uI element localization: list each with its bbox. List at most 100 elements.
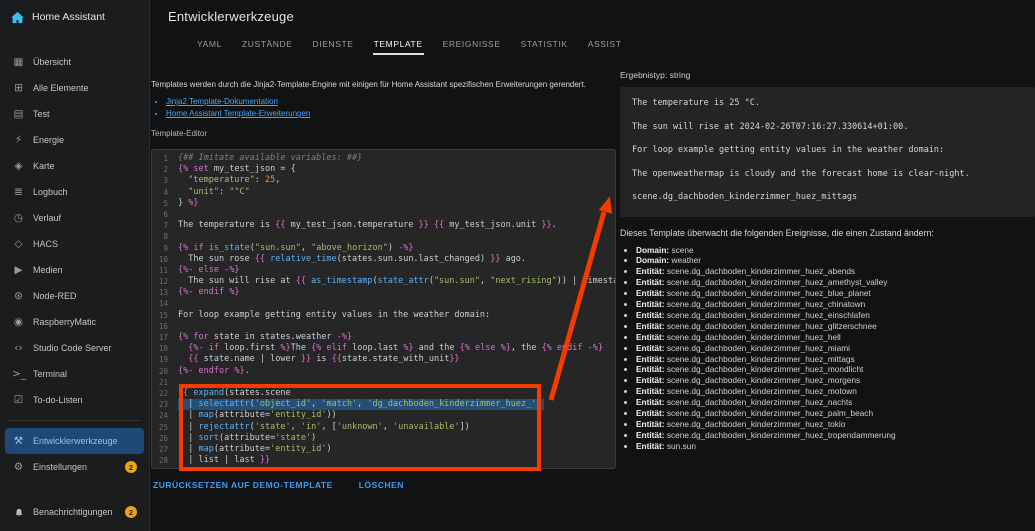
tab-zustande[interactable]: ZUSTÄNDE [241, 33, 294, 53]
tab-statistik[interactable]: STATISTIK [520, 33, 569, 53]
watched-item: Entität: scene.dg_dachboden_kinderzimmer… [636, 375, 1035, 386]
watched-item-value: scene.dg_dachboden_kinderzimmer_huez_ame… [664, 277, 888, 288]
node-red-icon: ⊛ [14, 290, 23, 302]
line-number: 26 [158, 433, 168, 443]
page-title: Entwicklerwerkzeuge [168, 9, 294, 24]
sidebar-item-studio-code-server[interactable]: ‹› Studio Code Server [5, 335, 144, 361]
watched-item: Entität: scene.dg_dachboden_kinderzimmer… [636, 386, 1035, 397]
watched-item-value: scene.dg_dachboden_kinderzimmer_huez_mon… [664, 364, 864, 375]
sidebar-item-to-do-listen[interactable]: ☑ To-do-Listen [5, 387, 144, 413]
tab-assist[interactable]: ASSIST [587, 33, 623, 53]
sidebar-item-test[interactable]: ▤ Test [5, 101, 144, 127]
watched-item-label: Entität: [636, 375, 665, 386]
result-type-label: Ergebnistyp: string [620, 70, 691, 80]
editor-code[interactable]: {## Imitate available variables: ##} {% s… [172, 153, 615, 468]
sidebar-item-label: Medien [33, 265, 63, 275]
sidebar-item-label: Energie [33, 135, 65, 145]
code-line: {% for state in states.weather -%} [178, 332, 353, 342]
line-number: 24 [158, 411, 168, 421]
sidebar-item-label: Benachrichtigungen [33, 507, 113, 517]
line-number: 15 [158, 310, 168, 320]
sidebar-item-entwicklerwerkzeuge[interactable]: ⚒ Entwicklerwerkzeuge [5, 428, 144, 454]
watched-item-label: Entität: [636, 386, 665, 397]
sidebar-item-einstellungen[interactable]: ⚙ Einstellungen 2 [5, 454, 144, 480]
line-number: 23 [158, 400, 168, 410]
watched-item-value: scene.dg_dachboden_kinderzimmer_huez_nac… [664, 397, 853, 408]
terminal-icon: >_ [12, 368, 27, 380]
watched-item-label: Entität: [636, 288, 665, 299]
watched-item-value: sun.sun [664, 440, 696, 451]
watched-item: Entität: scene.dg_dachboden_kinderzimmer… [636, 408, 1035, 419]
media-play-icon: ▶ [14, 264, 23, 276]
watched-item-label: Entität: [636, 277, 665, 288]
code-line: {% if is_state("sun.sun", "above_horizon… [178, 242, 414, 253]
sidebar-item-raspberrymatic[interactable]: ◉ RaspberryMatic [5, 309, 144, 335]
watched-item-label: Entität: [636, 299, 665, 310]
watched-item-label: Domain: [636, 244, 670, 255]
line-number: 3 [163, 176, 168, 186]
watched-item: Entität: scene.dg_dachboden_kinderzimmer… [636, 277, 1035, 288]
bell-icon [12, 507, 25, 517]
doc-link-item: Home Assistant Template-Erweiterungen [166, 108, 616, 120]
clear-button[interactable]: LÖSCHEN [359, 480, 404, 490]
watched-item-label: Entität: [636, 353, 665, 364]
line-number: 2 [163, 165, 168, 175]
sidebar-item-logbuch[interactable]: ≣ Logbuch [5, 179, 144, 205]
watched-item: Entität: scene.dg_dachboden_kinderzimmer… [636, 364, 1035, 375]
link-home-assistant-template-erweiterungen[interactable]: Home Assistant Template-Erweiterungen [166, 109, 310, 118]
watched-item-label: Entität: [636, 364, 665, 375]
sidebar-item-hacs[interactable]: ◇ HACS [5, 231, 144, 257]
tab-dienste[interactable]: DIENSTE [312, 33, 355, 53]
tab-ereignisse[interactable]: EREIGNISSE [442, 33, 502, 53]
view-dashboard-icon: ▦ [13, 56, 24, 68]
sidebar-item-ubersicht[interactable]: ▦ Übersicht [5, 49, 144, 75]
line-number: 6 [163, 209, 168, 219]
code-line: | list | last }} [178, 455, 271, 466]
watched-item-label: Entität: [636, 397, 665, 408]
watched-item-value: scene.dg_dachboden_kinderzimmer_huez_chi… [664, 299, 866, 310]
sidebar-item-energie[interactable]: ⚡ Energie [5, 127, 144, 153]
sidebar-item-terminal[interactable]: >_ Terminal [5, 361, 144, 387]
watched-item-value: scene.dg_dachboden_kinderzimmer_huez_mia… [664, 342, 850, 353]
result-line: For loop example getting entity values i… [632, 145, 945, 155]
gear-icon: ⚙ [13, 461, 24, 473]
line-number: 10 [158, 254, 168, 264]
result-line: The temperature is 25 °C. [632, 98, 760, 108]
sidebar-item-benachrichtigungen[interactable]: Benachrichtigungen 2 [5, 499, 144, 525]
code-line: {% set my_test_json = { [178, 164, 296, 175]
watched-item-value: scene.dg_dachboden_kinderzimmer_huez_ein… [664, 309, 870, 320]
sidebar-item-label: Einstellungen [33, 462, 88, 472]
template-editor[interactable]: 1 2 3 4 5 6 7 8 9 10 11 12 13 14 15 16 17 18 19 20 21 22 23 24 2… [151, 149, 616, 469]
sidebar-item-medien[interactable]: ▶ Medien [5, 257, 144, 283]
watched-item-value: scene.dg_dachboden_kinderzimmer_huez_gli… [664, 320, 877, 331]
link-jinja2-template-dokumentation[interactable]: Jinja2 Template-Dokumentation [166, 97, 278, 106]
watched-item-value: scene.dg_dachboden_kinderzimmer_huez_abe… [664, 266, 856, 277]
home-assistant-logo-icon [10, 10, 25, 25]
sidebar-header: Home Assistant [0, 0, 149, 34]
sidebar-item-node-red[interactable]: ⊛ Node-RED [5, 283, 144, 309]
notification-badge: 2 [125, 461, 137, 473]
line-number: 22 [158, 388, 168, 398]
sidebar-nav: ▦ Übersicht ⊞ Alle Elemente ▤ Test ⚡ Energie ◈ Ka… [0, 34, 149, 499]
sidebar: Home Assistant ▦ Übersicht ⊞ Alle Elemente ▤… [0, 0, 150, 531]
code-line: {## Imitate available variables: ##} [178, 153, 363, 163]
result-output: The temperature is 25 °C. The sun will ri… [620, 87, 1035, 217]
watched-item: Entität: scene.dg_dachboden_kinderzimmer… [636, 397, 1035, 408]
line-number: 12 [158, 277, 168, 287]
sidebar-item-alle-elemente[interactable]: ⊞ Alle Elemente [5, 75, 144, 101]
line-number: 16 [158, 321, 168, 331]
tab-template[interactable]: TEMPLATE [372, 33, 424, 55]
code-line: } %} [178, 197, 199, 208]
code-line: {{ expand(states.scene [178, 387, 291, 398]
tab-yaml[interactable]: YAML [196, 33, 223, 53]
line-number: 27 [158, 444, 168, 454]
sidebar-item-verlauf[interactable]: ◷ Verlauf [5, 205, 144, 231]
result-line: The sun will rise at 2024-02-26T07:16:27… [632, 121, 909, 132]
reset-demo-template-button[interactable]: ZURÜCKSETZEN AUF DEMO-TEMPLATE [153, 480, 333, 490]
line-number: 5 [163, 198, 168, 208]
sidebar-item-karte[interactable]: ◈ Karte [5, 153, 144, 179]
code-line: The temperature is {{ my_test_json.tempe… [178, 220, 557, 231]
watched-item-value: scene.dg_dachboden_kinderzimmer_huez_tro… [664, 429, 896, 440]
